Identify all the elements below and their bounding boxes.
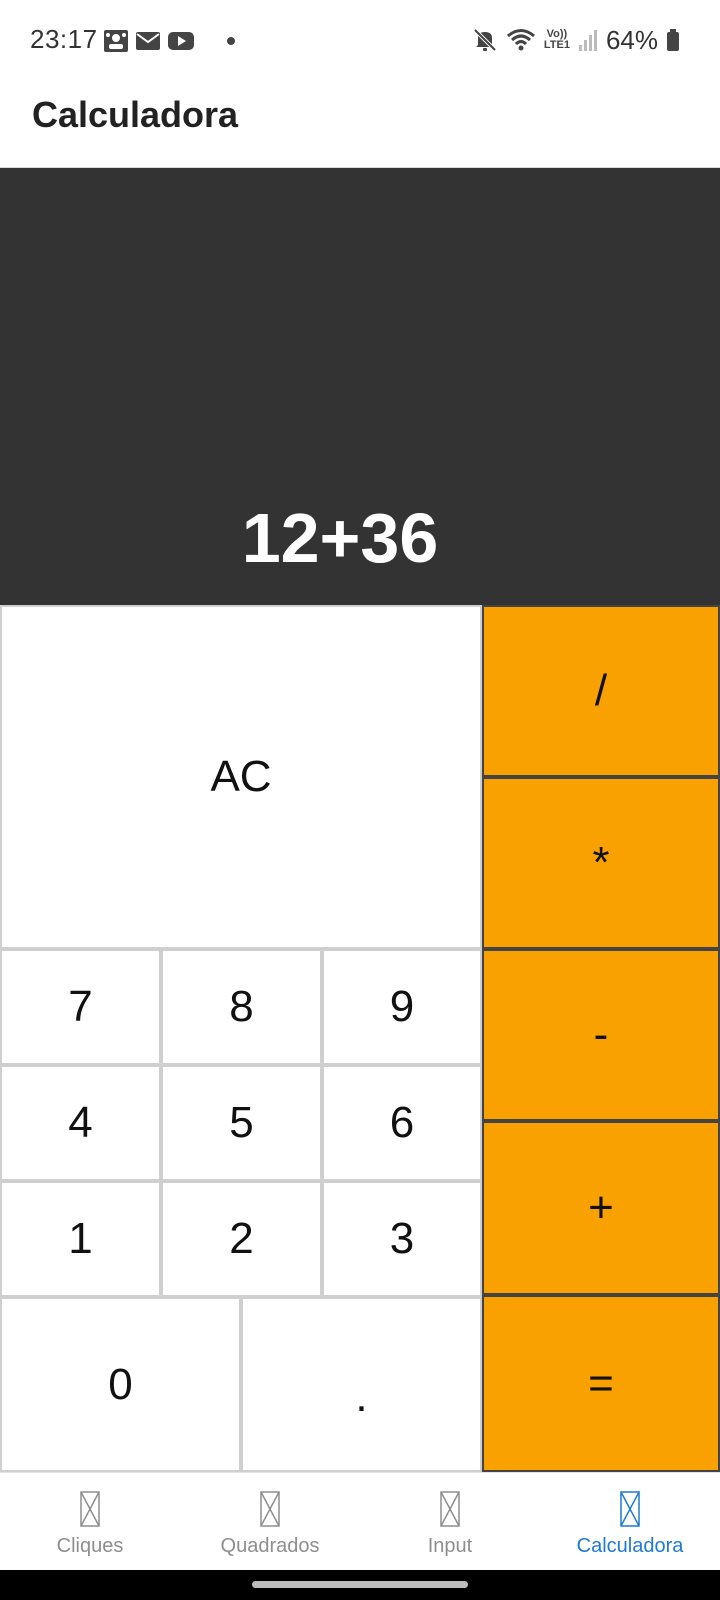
- calculator-display: 12+36: [0, 168, 720, 606]
- status-icons-right: Vo)) LTE1 64%: [472, 24, 680, 56]
- keypad: AC / * - + = 7 8 9 4 5 6 1 2 3 0 .: [0, 605, 720, 1472]
- mute-icon: [473, 28, 497, 52]
- network-label-bottom: LTE1: [543, 39, 570, 51]
- digit-0-button[interactable]: 0: [0, 1297, 241, 1472]
- tab-calculadora[interactable]: Calculadora: [540, 1473, 720, 1570]
- decimal-button[interactable]: .: [241, 1297, 482, 1472]
- home-gesture-handle[interactable]: [252, 1581, 468, 1588]
- digit-3-button[interactable]: 3: [322, 1181, 482, 1297]
- app-bar: Calculadora: [0, 80, 720, 168]
- mail-icon: [136, 32, 160, 50]
- digit-1-button[interactable]: 1: [0, 1181, 161, 1297]
- signal-icon: [578, 30, 597, 51]
- digit-8-button[interactable]: 8: [161, 949, 322, 1065]
- notification-dot-icon: [227, 37, 235, 45]
- tab-label: Cliques: [56, 1535, 124, 1557]
- digit-5-button[interactable]: 5: [161, 1065, 322, 1181]
- app-title: Calculadora: [32, 94, 239, 135]
- missing-glyph-icon: [620, 1491, 640, 1527]
- add-button[interactable]: +: [482, 1121, 720, 1295]
- divide-button[interactable]: /: [482, 605, 720, 777]
- equals-button[interactable]: =: [482, 1295, 720, 1472]
- tab-label: Calculadora: [576, 1535, 684, 1557]
- people-icon: [104, 30, 128, 52]
- wifi-icon: [506, 29, 535, 51]
- subtract-button[interactable]: -: [482, 949, 720, 1121]
- battery-icon: [667, 29, 679, 51]
- digit-7-button[interactable]: 7: [0, 949, 161, 1065]
- missing-glyph-icon: [80, 1491, 100, 1527]
- bottom-nav: Cliques Quadrados Input Calculadora: [0, 1472, 720, 1570]
- multiply-button[interactable]: *: [482, 777, 720, 949]
- status-time: 23:17: [30, 24, 98, 54]
- tab-label: Input: [427, 1535, 473, 1557]
- display-expression: 12+36: [241, 499, 439, 577]
- clear-button[interactable]: AC: [0, 605, 482, 949]
- tab-label: Quadrados: [220, 1535, 320, 1557]
- tab-cliques[interactable]: Cliques: [0, 1473, 180, 1570]
- digit-6-button[interactable]: 6: [322, 1065, 482, 1181]
- youtube-icon: [168, 32, 194, 50]
- missing-glyph-icon: [440, 1491, 460, 1527]
- digit-4-button[interactable]: 4: [0, 1065, 161, 1181]
- volte-icon: Vo)) LTE1: [544, 29, 570, 51]
- digit-2-button[interactable]: 2: [161, 1181, 322, 1297]
- tab-input[interactable]: Input: [360, 1473, 540, 1570]
- tab-quadrados[interactable]: Quadrados: [180, 1473, 360, 1570]
- digit-9-button[interactable]: 9: [322, 949, 482, 1065]
- missing-glyph-icon: [260, 1491, 280, 1527]
- gesture-bar: [0, 1570, 720, 1600]
- battery-percent: 64%: [605, 24, 658, 55]
- status-icons-left: [103, 28, 235, 54]
- status-bar: 23:17 Vo)) LTE1 64%: [0, 0, 720, 80]
